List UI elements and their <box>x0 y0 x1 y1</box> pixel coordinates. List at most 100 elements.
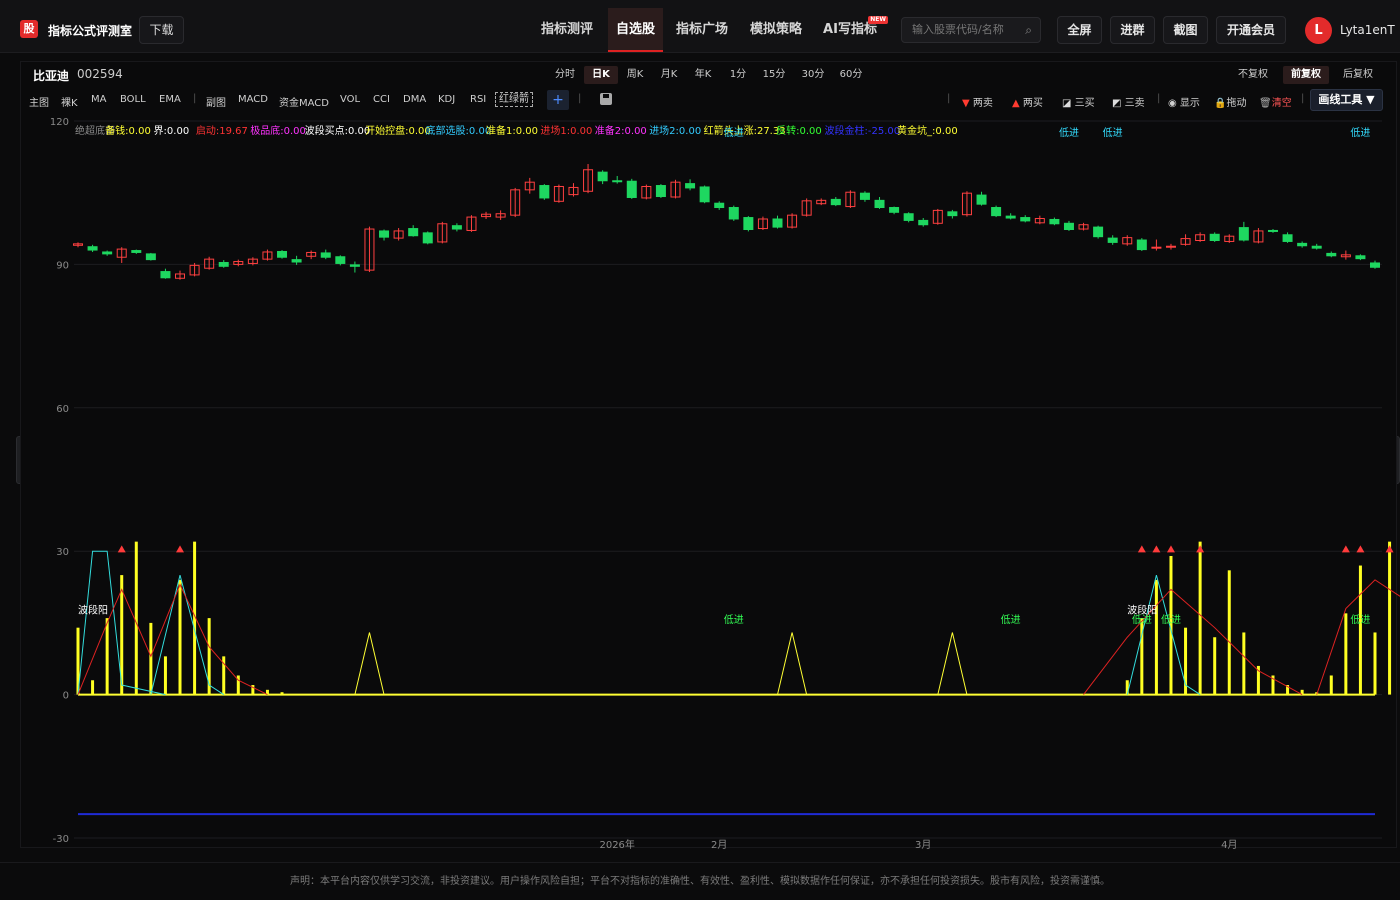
candle-body <box>277 250 288 258</box>
candle <box>612 175 623 184</box>
candle-body <box>1063 222 1074 231</box>
low-entry-top-label: 低进 <box>1103 126 1123 139</box>
candle <box>1224 234 1235 243</box>
triangle-peak <box>937 632 968 695</box>
candle-body <box>903 213 914 221</box>
up-arrow-icon <box>1356 545 1365 553</box>
candle <box>757 216 768 230</box>
candle <box>553 184 564 203</box>
up-arrow-icon <box>1166 545 1175 553</box>
oscillator-bar <box>1358 565 1362 695</box>
candle <box>233 259 244 267</box>
candle-body <box>1020 217 1031 222</box>
low-entry-label: 低进 <box>1001 613 1021 626</box>
candle <box>320 249 331 260</box>
candle <box>641 184 652 200</box>
triangle-peak <box>354 632 385 695</box>
candle <box>422 231 433 245</box>
candle-body <box>859 192 870 200</box>
candle <box>87 244 98 252</box>
legend-item: 备钱:0.00 <box>105 124 151 137</box>
candle <box>1238 221 1249 242</box>
candle <box>1107 235 1118 245</box>
up-arrow-icon <box>1341 545 1350 553</box>
candle <box>670 179 681 199</box>
legend-item: 启动:19.67 <box>196 124 248 137</box>
candle-body <box>874 199 885 209</box>
candle <box>1165 243 1176 250</box>
candle <box>947 209 958 219</box>
legend-item: 波段买点:0.00 <box>305 124 371 137</box>
candle <box>364 226 375 273</box>
kline-chart[interactable]: 1209060300-30绝超底部备钱:0.00 界:0.00 启动:19.67 极品… <box>0 0 1400 900</box>
candle <box>976 191 987 206</box>
candle-body <box>1355 255 1366 260</box>
oscillator-bar <box>1154 579 1158 695</box>
legend-item: 开始控盘:0.00 <box>365 124 431 137</box>
candle-body <box>743 217 754 231</box>
candle-body <box>408 228 419 237</box>
legend-item: 准备2:0.00 <box>595 124 647 137</box>
candle-body <box>1165 245 1176 248</box>
candle <box>699 185 710 204</box>
up-arrow-icon <box>117 545 126 553</box>
candle <box>583 164 594 194</box>
oscillator-bar <box>149 622 153 695</box>
candle <box>1005 213 1016 220</box>
candle-body <box>1311 245 1322 249</box>
oscillator-bar <box>1198 541 1202 695</box>
up-arrow-icon <box>1152 545 1161 553</box>
candle <box>568 183 579 197</box>
candle-body <box>539 185 550 199</box>
candle <box>1340 250 1351 260</box>
candle-body <box>1136 239 1147 251</box>
candle <box>145 252 156 261</box>
disclaimer-footer: 声明：本平台内容仅供学习交流，非投资建议。用户操作风险自担；平台不对指标的准确性… <box>0 862 1400 900</box>
legend-item: 准备1:0.00 <box>486 124 538 137</box>
oscillator-bar <box>1227 570 1231 695</box>
red-curve <box>1083 588 1303 696</box>
candle <box>495 210 506 220</box>
candle <box>451 223 462 232</box>
candle <box>349 261 360 273</box>
low-entry-label: 低进 <box>1161 613 1181 626</box>
candle <box>116 247 127 263</box>
candle <box>1049 217 1060 226</box>
candle-body <box>1238 227 1249 241</box>
y-tick-label: 120 <box>50 117 69 128</box>
candle <box>524 177 535 194</box>
x-tick-label: 4月 <box>1221 839 1237 851</box>
oscillator-bar <box>280 692 284 695</box>
candle <box>291 255 302 265</box>
candle <box>1136 238 1147 252</box>
candle-body <box>728 207 739 220</box>
oscillator-bar <box>91 680 95 695</box>
candle-body <box>1093 226 1104 238</box>
x-tick-label: 3月 <box>915 839 931 851</box>
candle-body <box>218 261 229 267</box>
candle <box>626 178 637 199</box>
candle <box>874 197 885 209</box>
oscillator-bar <box>1388 541 1392 695</box>
candle <box>1267 229 1278 233</box>
candle <box>1209 232 1220 242</box>
candle-body <box>1151 246 1162 249</box>
wave-yang-label: 波段阳 <box>1127 603 1157 616</box>
candle-body <box>87 246 98 251</box>
up-arrow-icon <box>176 545 185 553</box>
candle <box>1370 260 1380 269</box>
candle <box>175 270 186 280</box>
candle <box>466 215 477 232</box>
y-tick-label: 30 <box>56 547 69 558</box>
candle <box>1253 228 1264 244</box>
candle <box>218 260 229 268</box>
candle <box>1297 241 1308 248</box>
candle <box>131 249 142 254</box>
candle <box>481 211 492 219</box>
candle-body <box>612 180 623 183</box>
candle <box>379 229 390 241</box>
cyan-line <box>150 574 225 696</box>
low-entry-label: 低进 <box>724 613 744 626</box>
candle <box>1195 232 1206 242</box>
candle-body <box>1209 233 1220 241</box>
